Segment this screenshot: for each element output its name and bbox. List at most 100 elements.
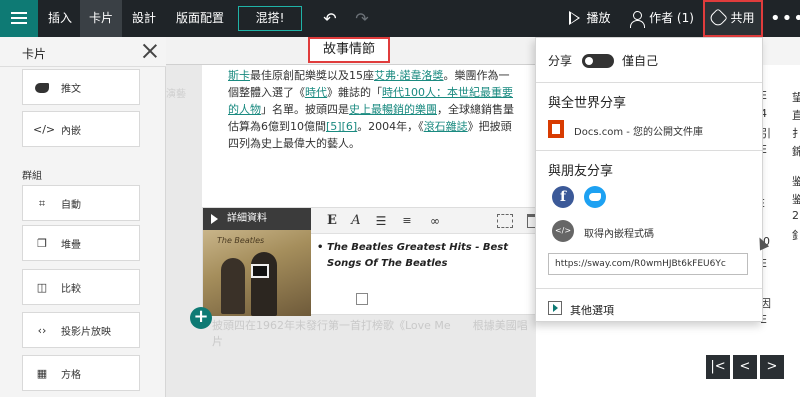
bullet-list-icon[interactable]: ☰ [373, 212, 389, 230]
person-icon [630, 10, 646, 28]
remix-button[interactable]: 混搭! [238, 6, 302, 31]
embed-icon: </> [33, 123, 56, 136]
twitter-icon[interactable] [584, 186, 606, 208]
text-run: 。2004年，《 [357, 120, 424, 133]
card-group-compare[interactable]: ◫ 比較 [22, 269, 140, 305]
card-group-compare-label: 比較 [61, 284, 81, 295]
menu-button[interactable] [0, 0, 38, 37]
tab-layout[interactable]: 版面配置 [168, 0, 232, 37]
share-flyout: 分享 僅自己 與全世界分享 Docs.com - 您的公開文件庫 與朋友分享 f… [535, 37, 763, 322]
close-icon[interactable] [142, 43, 158, 59]
card-embed-label: 內嵌 [61, 126, 81, 137]
storyline-pane: 演藝 斯卡最佳原創配樂獎以及15座艾弗·諾韋洛獎。樂團作為一個整體入選了《時代》… [166, 37, 539, 397]
visibility-state: 僅自己 [622, 54, 659, 68]
card-group-slideshow[interactable]: ‹› 投影片放映 [22, 312, 140, 348]
card-group-auto-label: 自動 [61, 200, 81, 211]
text-link[interactable]: 史上最暢銷的樂團 [349, 103, 437, 116]
redo-icon: ↷ [355, 9, 369, 28]
add-card-button[interactable]: + [190, 307, 212, 329]
divider [536, 288, 762, 289]
next-slide-button[interactable]: > [760, 355, 784, 379]
cards-pane-header: 卡片 [0, 37, 166, 67]
more-options-link[interactable]: 其他選項 [570, 302, 614, 318]
toggle-knob [585, 57, 593, 65]
card-group-slideshow-label: 投影片放映 [61, 327, 111, 338]
share-visibility-label: 分享 [548, 54, 573, 68]
previous-slide-button[interactable]: < [733, 355, 757, 379]
faded-text: 演藝 [166, 89, 186, 100]
play-label: 播放 [586, 11, 611, 25]
twitter-icon [33, 79, 51, 97]
media-details-toggle[interactable]: 詳細資料 [203, 208, 311, 230]
card-embed[interactable]: </> 內嵌 [22, 111, 140, 147]
visibility-toggle[interactable] [582, 54, 614, 68]
text-link[interactable]: [5] [326, 120, 342, 133]
stack-group-icon: ❐ [37, 237, 47, 250]
grid-group-icon: ▦ [36, 367, 48, 380]
preview-text: 鉴 [792, 175, 800, 188]
top-toolbar: 插入 卡片 設計 版面配置 混搭! ↶ ↷ 播放 作者 (1) 共用 ••• [0, 0, 800, 37]
text-run: 》雜誌的「 [327, 86, 382, 99]
person-figure [251, 252, 277, 316]
person-figure [221, 258, 245, 314]
text-link[interactable]: [6] [342, 120, 358, 133]
text-link[interactable]: 斯卡 [228, 69, 250, 82]
embed-code-option[interactable]: 取得內嵌程式碼 [584, 225, 654, 240]
checkbox[interactable] [356, 293, 368, 305]
preview-text: 鉴 [792, 193, 800, 206]
docs-share-option[interactable]: Docs.com - 您的公開文件庫 [574, 123, 703, 138]
text-link[interactable]: 滾石雜誌 [424, 120, 468, 133]
preview-text: 望 [792, 91, 800, 104]
authors-button[interactable]: 作者 (1) [628, 0, 696, 37]
more-options-icon [548, 301, 562, 315]
share-friends-title: 與朋友分享 [548, 164, 614, 179]
tab-insert[interactable]: 插入 [42, 0, 78, 37]
hamburger-icon [11, 12, 27, 24]
card-group-grid[interactable]: ▦ 方格 [22, 355, 140, 391]
play-button[interactable]: 播放 [560, 0, 620, 37]
tab-cards[interactable]: 卡片 [80, 0, 122, 37]
text-link[interactable]: 時代 [305, 86, 327, 99]
tab-storyline[interactable]: 故事情節 [308, 37, 390, 63]
share-label: 共用 [730, 11, 755, 25]
photo-caption-text: The Beatles [217, 236, 265, 245]
text-run: 」名單。披頭四是 [261, 103, 349, 116]
media-card[interactable]: 詳細資料 The Beatles E A ☰ ≡ ∞ The Beatles G… [202, 207, 539, 316]
link-icon[interactable]: ∞ [427, 212, 443, 230]
facebook-icon[interactable]: f [552, 186, 574, 208]
more-options-button[interactable]: ••• [770, 0, 800, 37]
media-details-label: 詳細資料 [227, 213, 267, 224]
docs-icon[interactable] [548, 120, 564, 138]
cards-pane: 卡片 推文 </> 內嵌 群組 ⌗ 自動 ❐ 堆疊 ◫ 比較 ‹› 投影片放映 … [0, 37, 166, 397]
share-button[interactable]: 共用 [703, 0, 763, 37]
preview-text: 釒 [792, 229, 800, 242]
expand-arrow-icon [211, 214, 218, 224]
text-run: 最佳原創配樂獎以及15座 [250, 69, 374, 82]
faded-text: 披頭四在1962年末發行第一首打榜歌《Love Me 根據美國唱片 [212, 319, 528, 348]
focus-points-icon[interactable] [497, 214, 513, 228]
card-group-stack-label: 堆疊 [61, 240, 81, 251]
media-caption[interactable]: The Beatles Greatest Hits - Best Songs O… [317, 240, 527, 272]
tab-design[interactable]: 設計 [126, 0, 162, 37]
undo-button[interactable]: ↶ [318, 0, 342, 37]
text-card-body[interactable]: 斯卡最佳原創配樂獎以及15座艾弗·諾韋洛獎。樂團作為一個整體入選了《時代》雜誌的… [228, 67, 518, 152]
authors-label: 作者 (1) [649, 11, 694, 25]
album-photo[interactable]: The Beatles [203, 230, 311, 316]
card-group-stack[interactable]: ❐ 堆疊 [22, 225, 140, 261]
preview-text: 2 [792, 209, 799, 222]
redo-button[interactable]: ↷ [350, 0, 374, 37]
compare-group-icon: ◫ [36, 281, 48, 294]
numbered-list-icon[interactable]: ≡ [399, 212, 415, 230]
card-group-auto[interactable]: ⌗ 自動 [22, 185, 140, 221]
first-slide-button[interactable]: |< [706, 355, 730, 379]
card-tweet[interactable]: 推文 [22, 69, 140, 105]
share-url-field[interactable]: https://sway.com/R0wmHJBt6kFEU6Yc [548, 253, 748, 275]
divider [536, 82, 762, 83]
divider [536, 150, 762, 151]
preview-text: 錦 [792, 145, 800, 158]
cards-pane-title: 卡片 [22, 47, 47, 61]
emphasis-button[interactable]: E [325, 212, 339, 230]
accent-button[interactable]: A [349, 212, 363, 230]
text-link[interactable]: 艾弗·諾韋洛獎 [374, 69, 444, 82]
embed-code-icon[interactable]: </> [552, 220, 574, 242]
